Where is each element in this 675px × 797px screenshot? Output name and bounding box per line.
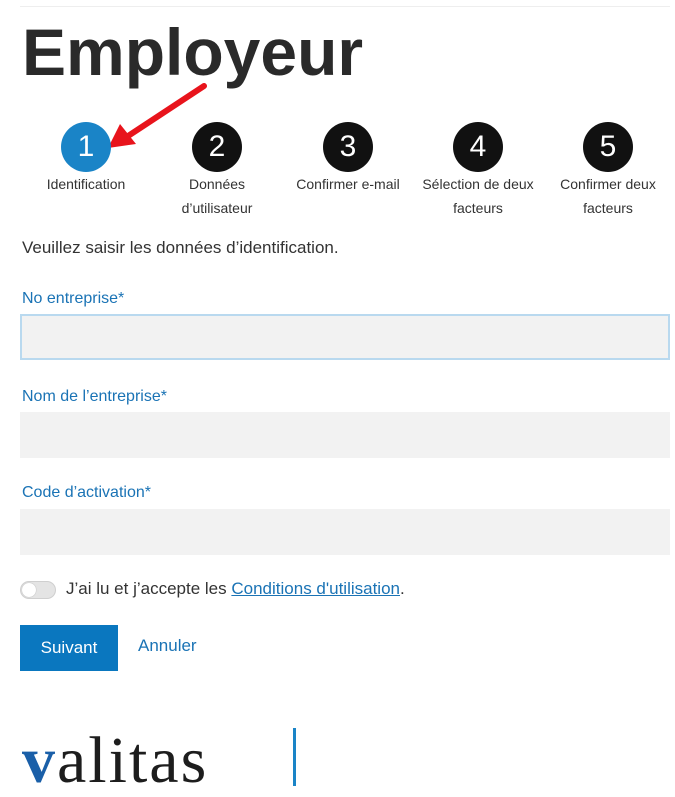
terms-prefix: J’ai lu et j’accepte les <box>66 579 232 598</box>
logo-rest: alitas <box>57 724 209 797</box>
toggle-knob <box>22 583 36 597</box>
step-confirm-two-factor: 5 Confirmer deux facteurs <box>538 122 675 220</box>
logo-bar <box>293 728 296 786</box>
logo-v: v <box>22 724 57 797</box>
cancel-button[interactable]: Annuler <box>138 636 197 656</box>
activation-code-input[interactable] <box>20 509 670 555</box>
step-label: Sélection de deux facteurs <box>422 176 534 216</box>
step-label: Données d’utilisateur <box>181 176 253 216</box>
step-number-badge: 1 <box>61 122 111 172</box>
step-number-badge: 2 <box>192 122 242 172</box>
intro-text: Veuillez saisir les données d’identifica… <box>22 238 339 257</box>
terms-toggle[interactable] <box>20 581 56 599</box>
step-number-badge: 5 <box>583 122 633 172</box>
step-label: Confirmer deux facteurs <box>560 176 656 216</box>
company-name-label: Nom de l’entreprise* <box>22 388 167 405</box>
step-label: Identification <box>46 176 126 192</box>
step-label: Confirmer e-mail <box>296 176 400 192</box>
step-confirm-email: 3 Confirmer e-mail <box>278 122 418 196</box>
terms-link[interactable]: Conditions d'utilisation <box>231 579 400 598</box>
valitas-logo: valitas <box>22 728 208 794</box>
company-name-input[interactable] <box>20 412 670 458</box>
step-number-badge: 3 <box>323 122 373 172</box>
step-two-factor-selection: 4 Sélection de deux facteurs <box>408 122 548 220</box>
terms-text: J’ai lu et j’accepte les Conditions d'ut… <box>66 579 405 599</box>
terms-suffix: . <box>400 579 405 598</box>
step-number-badge: 4 <box>453 122 503 172</box>
top-divider <box>20 6 670 7</box>
company-number-input[interactable] <box>20 314 670 360</box>
step-identification: 1 Identification <box>16 122 156 196</box>
next-button[interactable]: Suivant <box>20 625 118 671</box>
company-number-label: No entreprise* <box>22 290 125 307</box>
step-user-data: 2 Données d’utilisateur <box>147 122 287 220</box>
activation-code-label: Code d’activation* <box>22 484 151 501</box>
